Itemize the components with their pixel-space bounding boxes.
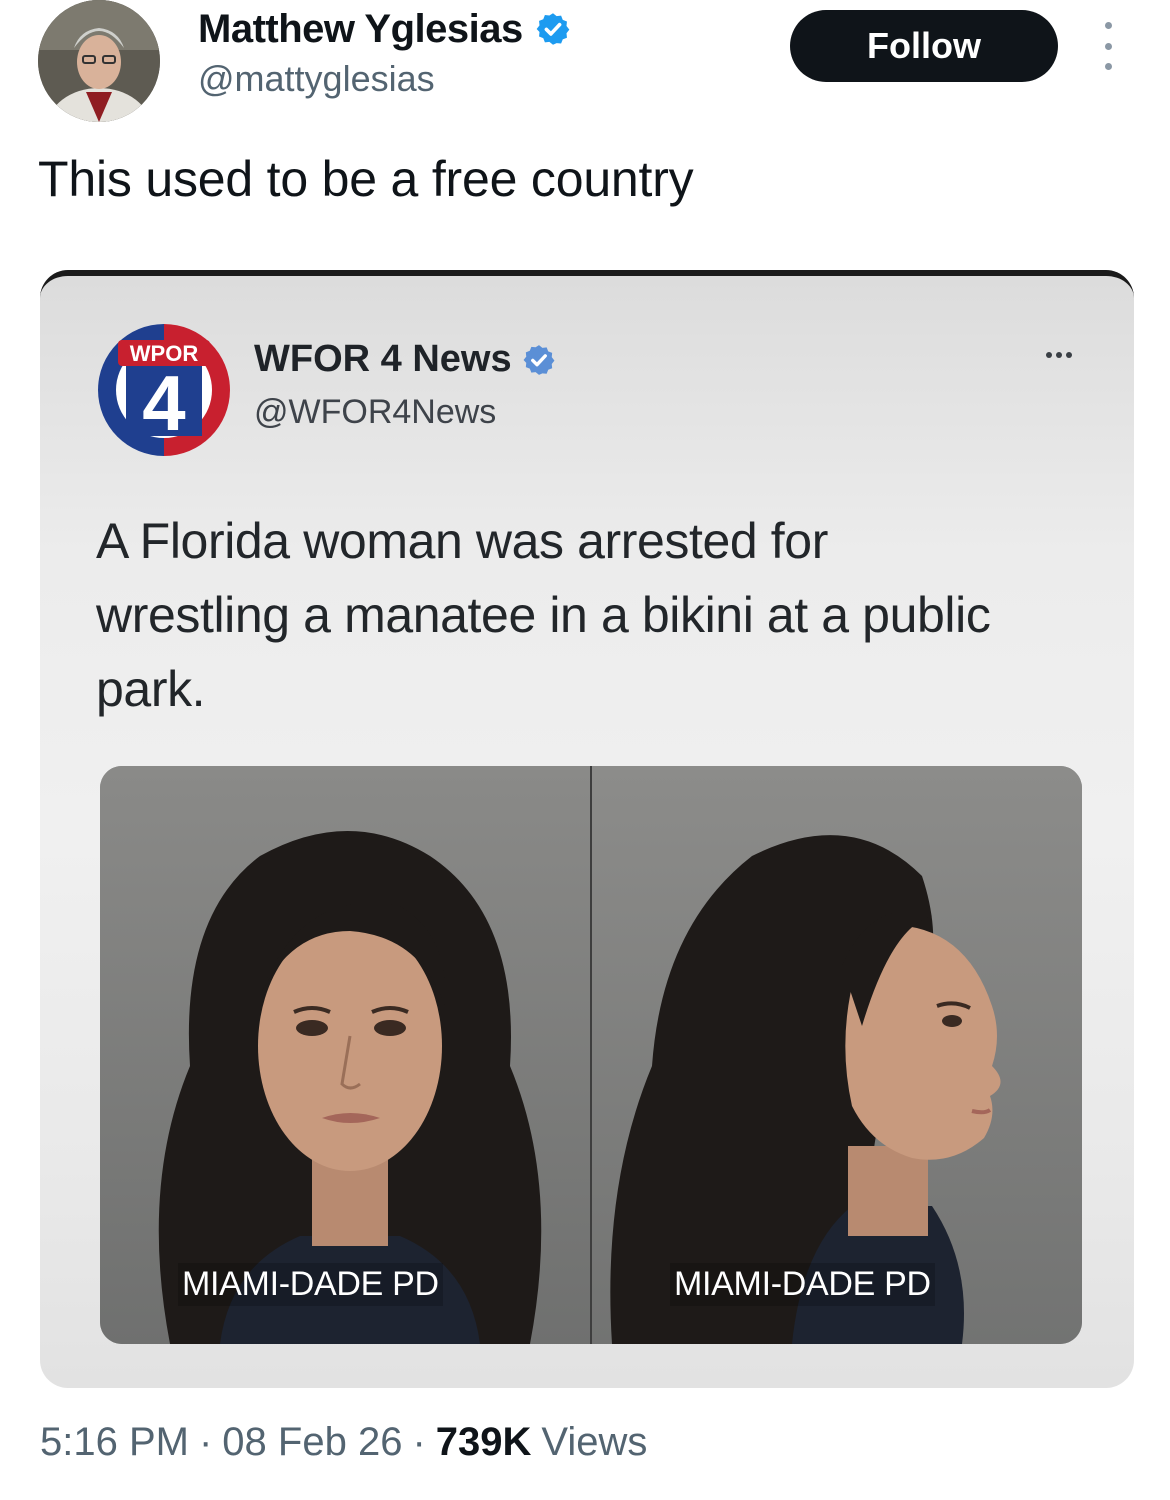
tweet-text: This used to be a free country [38,151,694,207]
wfor-logo-icon: WPOR 4 [98,324,230,456]
more-horizontal-icon [1046,352,1072,358]
meta-separator: · [412,1420,426,1464]
logo-number: 4 [142,359,185,447]
author-block: Matthew Yglesias @mattyglesias [198,6,571,100]
follow-button[interactable]: Follow [790,10,1058,82]
profile-photo [38,0,160,122]
tweet-meta: 5:16 PM · 08 Feb 26 · 739K Views [40,1420,647,1465]
verified-badge-icon[interactable] [535,11,571,47]
more-vertical-icon[interactable] [1098,22,1118,70]
mugshot-front-image [100,766,590,1344]
tweet-time[interactable]: 5:16 PM [40,1420,189,1465]
author-handle[interactable]: @mattyglesias [198,58,571,100]
embedded-post-text: A Florida woman was arrested for wrestli… [96,513,991,717]
mugshot-side-image [592,766,1082,1344]
tweet-date[interactable]: 08 Feb 26 [222,1420,402,1465]
mugshot-front-photo: MIAMI-DADE PD [100,766,590,1344]
embedded-name-row: WFOR 4 News [254,338,556,381]
tweet-header: Matthew Yglesias @mattyglesias Follow [38,0,1138,125]
embedded-display-name: WFOR 4 News [254,338,512,380]
image-caption: MIAMI-DADE PD [178,1263,443,1306]
embedded-handle: @WFOR4News [254,393,497,431]
mugshot-side-photo: MIAMI-DADE PD [590,766,1082,1344]
verified-badge-icon [523,344,555,375]
embedded-post-image[interactable]: WPOR 4 WFOR 4 News @WFOR4News A Florida … [40,270,1134,1388]
views-label: Views [541,1420,648,1464]
author-display-name[interactable]: Matthew Yglesias [198,7,523,52]
display-name-row: Matthew Yglesias [198,6,571,52]
embedded-author: WFOR 4 News @WFOR4News [254,338,556,432]
mugshot-images: MIAMI-DADE PD MIAMI-DADE PD [100,766,1082,1344]
views-count[interactable]: 739K [436,1420,532,1465]
author-avatar[interactable] [38,0,160,122]
image-caption: MIAMI-DADE PD [670,1263,935,1306]
meta-separator: · [198,1420,213,1464]
